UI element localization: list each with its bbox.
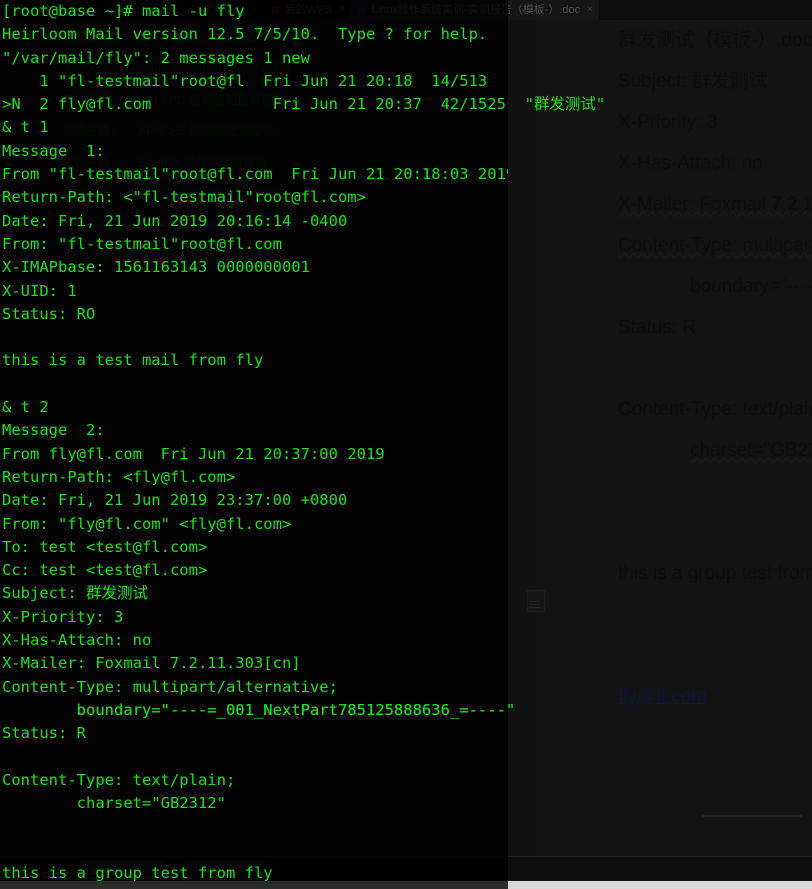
terminal-line: From "fl-testmail"root@fl.com Fri Jun 21… bbox=[2, 165, 508, 184]
doc-line-spacer bbox=[618, 635, 812, 676]
terminal-line: Message 2: bbox=[2, 421, 105, 440]
doc-line: X-Mailer: Foxmail 7.2.11.303[cn] bbox=[618, 194, 812, 215]
terminal-line: Content-Type: multipart/alternative; bbox=[2, 677, 338, 696]
terminal-line: this is a group test from fly bbox=[2, 863, 273, 882]
terminal-line: From: "fl-testmail"root@fl.com bbox=[2, 234, 282, 253]
doc-line: this is a group test from fly bbox=[618, 563, 812, 584]
terminal-line: charset="GB2312" bbox=[2, 794, 226, 813]
terminal-line: From: "fly@fl.com" <fly@fl.com> bbox=[2, 514, 292, 533]
doc-line-spacer bbox=[618, 758, 812, 799]
terminal-line: X-Mailer: Foxmail 7.2.11.303[cn] bbox=[2, 654, 301, 673]
terminal-line: boundary="----=_001_NextPart785125888636… bbox=[2, 700, 508, 719]
doc-line-spacer bbox=[618, 348, 812, 389]
terminal-line: & t 1 bbox=[2, 118, 49, 137]
terminal-line: Return-Path: <fly@fl.com> bbox=[2, 467, 236, 486]
terminal-line: Heirloom Mail version 12.5 7/5/10. Type … bbox=[2, 25, 488, 44]
terminal-line: X-UID: 1 bbox=[2, 281, 77, 300]
doc-line: X-Has-Attach: no bbox=[618, 153, 763, 174]
doc-line: Status: R bbox=[618, 317, 697, 338]
terminal-line: 1 "fl-testmail"root@fl Fri Jun 21 20:18 … bbox=[2, 71, 488, 90]
terminal-window[interactable]: [root@base ~]# mail -u fly Heirloom Mail … bbox=[0, 0, 508, 889]
terminal-line: Status: R bbox=[2, 724, 86, 743]
terminal-line: Subject: 群发测试 bbox=[2, 584, 148, 603]
document-thumbnail-icon bbox=[527, 590, 545, 612]
doc-line-spacer bbox=[618, 717, 812, 758]
terminal-line: Return-Path: <"fl-testmail"root@fl.com> bbox=[2, 188, 366, 207]
terminal-line: "/var/mail/fly": 2 messages 1 new bbox=[2, 48, 310, 67]
terminal-line: To: test <test@fl.com> bbox=[2, 537, 208, 556]
screen-root: ▤ 新建文档 × W 我的WPS × ▤ Linux操作系统实训-实训报告（模板… bbox=[0, 0, 812, 889]
doc-line-spacer bbox=[618, 471, 812, 512]
doc-line: Content-Type: text/plain; bbox=[618, 399, 812, 420]
wps-document-pane[interactable]: 群发测试（模板-）.doc Subject: 群发测试 X-Priority: 3 X… bbox=[527, 20, 812, 857]
close-icon[interactable]: × bbox=[584, 0, 593, 20]
doc-line: charset="GB2312" bbox=[690, 440, 812, 461]
doc-line: Content-Type: multipart/alternative; bbox=[618, 235, 812, 256]
terminal-line: From fly@fl.com Fri Jun 21 20:37:00 2019 bbox=[2, 444, 385, 463]
terminal-line: this is a test mail from fly bbox=[2, 351, 264, 370]
terminal-line: >N 2 fly@fl.com Fri Jun 21 20:37 42/1525… bbox=[2, 95, 506, 114]
terminal-line: Status: RO bbox=[2, 304, 96, 323]
doc-line-spacer bbox=[618, 594, 812, 635]
doc-line-spacer bbox=[618, 512, 812, 553]
doc-line: X-Priority: 3 bbox=[618, 112, 718, 133]
terminal-line: X-Has-Attach: no bbox=[2, 631, 152, 650]
doc-link[interactable]: fly@fl.com bbox=[618, 676, 812, 717]
terminal-line: Date: Fri, 21 Jun 2019 23:37:00 +0800 bbox=[2, 491, 348, 510]
doc-line: 群发测试（模板-）.doc bbox=[618, 30, 812, 51]
terminal-line: X-IMAPbase: 1561163143 0000000001 bbox=[2, 258, 310, 277]
terminal-output: [root@base ~]# mail -u fly Heirloom Mail … bbox=[0, 0, 508, 885]
terminal-line: Content-Type: text/plain; bbox=[2, 770, 236, 789]
doc-line: Subject: 群发测试 bbox=[618, 71, 768, 92]
terminal-line: X-Priority: 3 bbox=[2, 607, 124, 626]
terminal-line: Date: Fri, 21 Jun 2019 20:16:14 -0400 bbox=[2, 211, 348, 230]
zoom-slider[interactable] bbox=[702, 815, 802, 817]
terminal-line: [root@base ~]# mail -u fly bbox=[2, 2, 245, 20]
terminal-line: Cc: test <test@fl.com> bbox=[2, 561, 208, 580]
doc-line-spacer bbox=[618, 799, 812, 840]
doc-line: boundary="----=_001_NextPart785125888636… bbox=[690, 276, 812, 297]
terminal-line: & t 2 bbox=[2, 398, 49, 417]
terminal-line: Message 1: bbox=[2, 141, 105, 160]
wps-document-body: 群发测试（模板-）.doc Subject: 群发测试 X-Priority: 3 X… bbox=[618, 20, 812, 889]
